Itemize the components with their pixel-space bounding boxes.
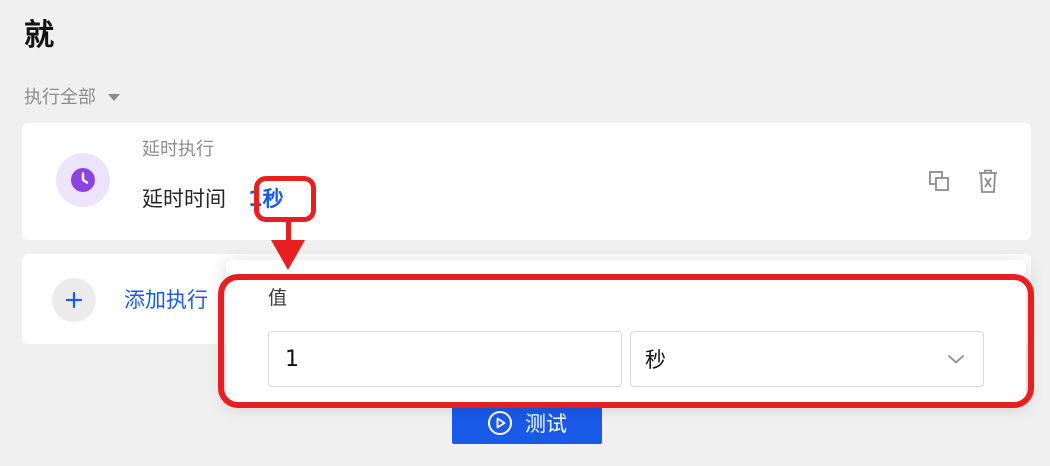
highlight-value-box xyxy=(254,176,316,222)
highlight-popover-box xyxy=(218,274,1034,408)
clock-icon xyxy=(56,153,110,207)
play-icon xyxy=(488,411,512,435)
plus-icon[interactable] xyxy=(52,278,96,322)
delay-time-label: 延时时间 xyxy=(142,187,226,211)
execute-mode-select[interactable]: 执行全部 xyxy=(24,82,120,110)
add-action-button[interactable]: 添加执行 xyxy=(124,285,208,315)
action-type-label: 延时执行 xyxy=(142,139,214,160)
section-title: 就 xyxy=(24,18,54,53)
test-button-label: 测试 xyxy=(525,412,567,436)
copy-icon[interactable] xyxy=(926,168,952,194)
delete-icon[interactable] xyxy=(975,168,1001,194)
caret-down-icon xyxy=(108,93,120,101)
execute-mode-label: 执行全部 xyxy=(24,87,96,108)
annotation-arrow-head xyxy=(271,240,305,270)
delay-action-card: 延时执行 延时时间 1秒 xyxy=(22,123,1031,240)
test-button[interactable]: 测试 xyxy=(452,402,602,444)
